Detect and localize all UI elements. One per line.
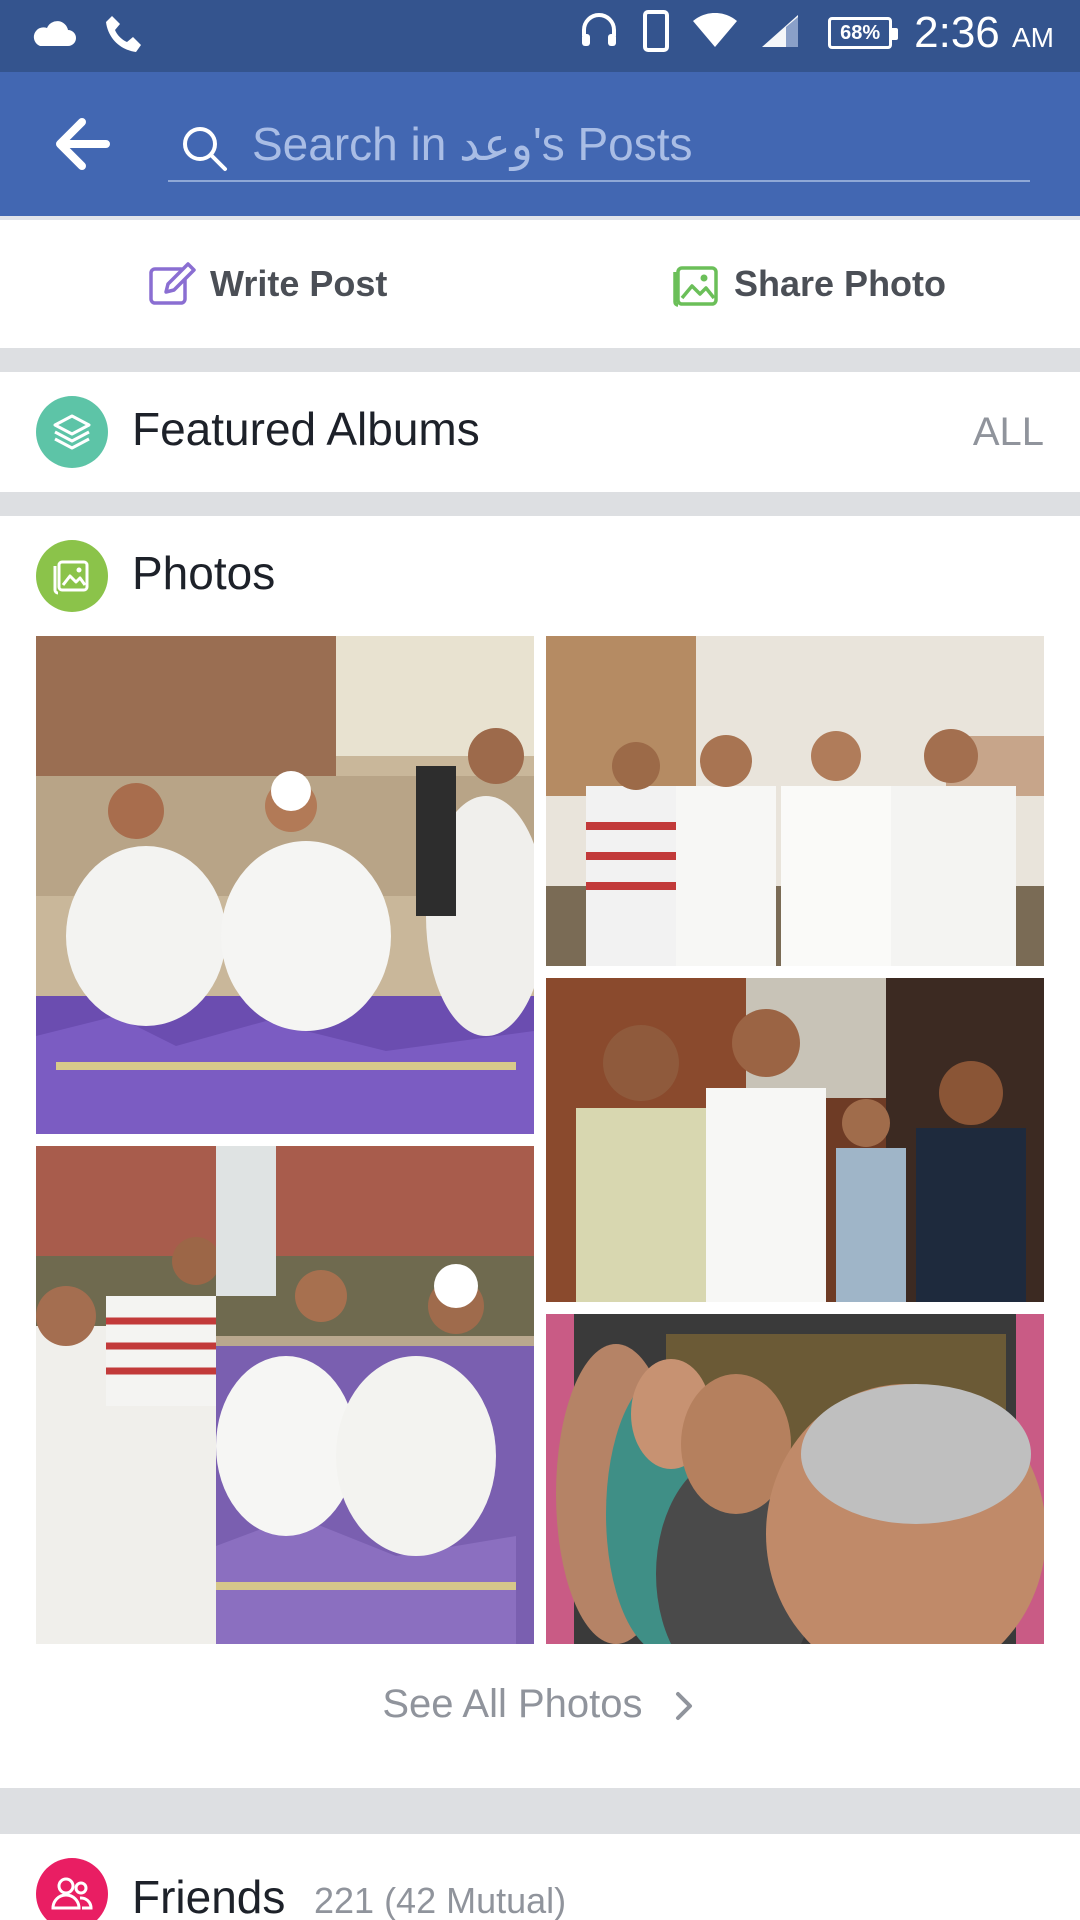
albums-all-link[interactable]: ALL (973, 410, 1044, 455)
phone-icon (102, 12, 146, 61)
edit-icon (149, 262, 196, 305)
photos-icon (36, 540, 108, 612)
search-bar[interactable] (168, 112, 1030, 182)
photo-thumbnail[interactable] (546, 1314, 1044, 1644)
photo-thumbnail[interactable] (36, 1146, 534, 1644)
chevron-right-icon (654, 1682, 698, 1726)
section-divider (0, 492, 1080, 516)
search-input[interactable] (252, 114, 1012, 174)
composer-actions: Write Post Share Photo (0, 216, 1080, 348)
albums-icon (36, 396, 108, 468)
photo-icon (673, 266, 718, 307)
see-all-photos-link[interactable]: See All Photos (0, 1680, 1080, 1727)
photo-thumbnail[interactable] (546, 636, 1044, 966)
section-divider (0, 1788, 1080, 1834)
back-arrow-icon (56, 118, 110, 170)
featured-albums-title: Featured Albums (132, 403, 480, 455)
write-post-label: Write Post (210, 263, 388, 304)
share-photo-label: Share Photo (734, 263, 947, 304)
back-button[interactable] (52, 116, 112, 172)
photo-image (546, 978, 1044, 1302)
phone-device-icon (642, 9, 670, 58)
clock-time: 2:36 (914, 8, 1000, 57)
photo-image (546, 1314, 1044, 1644)
status-bar: 68% 2:36 AM (0, 0, 1080, 72)
battery-icon: 68% (828, 17, 899, 49)
search-icon (183, 127, 227, 171)
see-all-photos-label: See All Photos (382, 1681, 643, 1726)
photo-thumbnail[interactable] (36, 636, 534, 1134)
clock: 2:36 AM (914, 8, 1054, 58)
cloud-icon (30, 20, 76, 53)
friends-count: 221 (42 Mutual) (314, 1880, 567, 1920)
clock-ampm: AM (1012, 22, 1054, 53)
photo-image (546, 636, 1044, 966)
wifi-icon (692, 12, 738, 54)
headset-icon (578, 10, 620, 57)
signal-icon (760, 13, 806, 54)
featured-albums-row[interactable]: Featured Albums ALL (0, 372, 1080, 492)
friends-title: Friends (132, 1871, 286, 1920)
section-divider (0, 348, 1080, 372)
friends-icon (36, 1858, 108, 1920)
photo-image (36, 636, 534, 1134)
search-header (0, 72, 1080, 216)
photos-title: Photos (132, 547, 276, 599)
photo-thumbnail[interactable] (546, 978, 1044, 1302)
friends-row[interactable]: Friends 221 (42 Mutual) (0, 1834, 1080, 1920)
write-post-button[interactable]: Write Post (148, 260, 387, 308)
photos-section: Photos See All Photos (0, 516, 1080, 1788)
photo-image (36, 1146, 534, 1644)
photos-header: Photos (0, 516, 1080, 636)
share-photo-button[interactable]: Share Photo (672, 260, 946, 308)
